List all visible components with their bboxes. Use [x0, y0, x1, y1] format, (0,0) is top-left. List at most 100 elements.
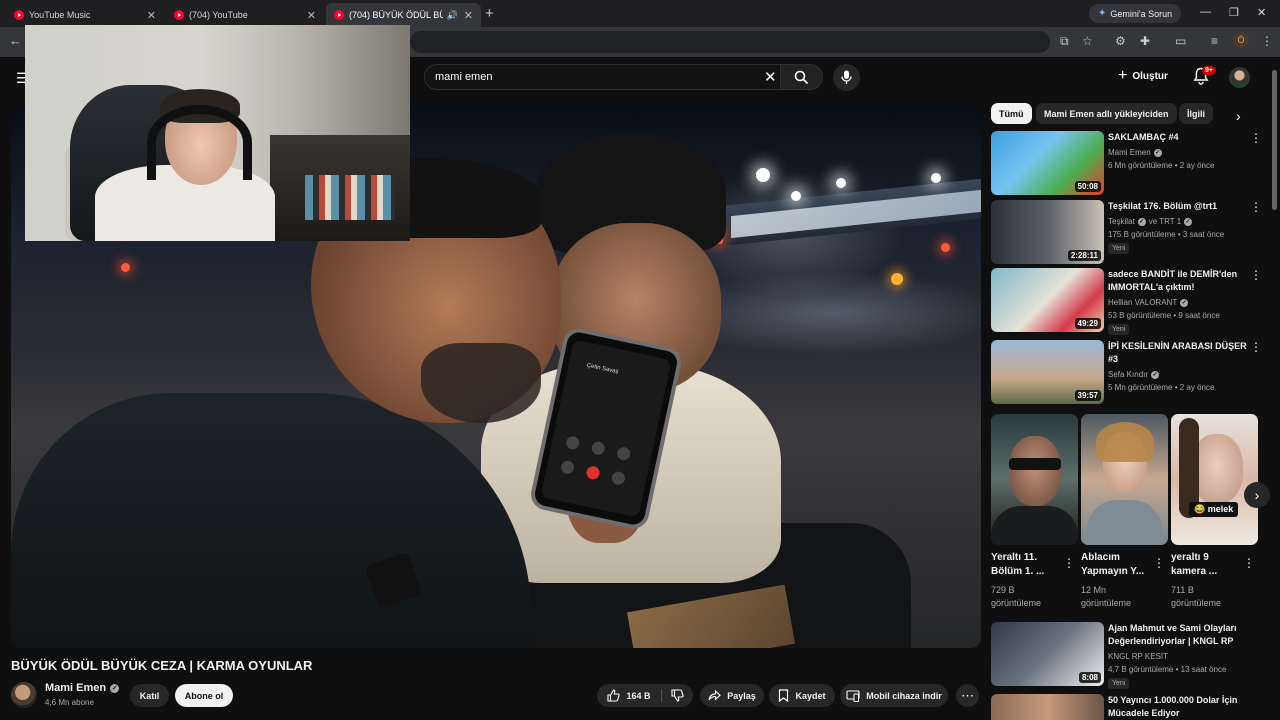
channel-name[interactable]: Mami Emen	[45, 682, 106, 694]
short-views: 711 B görüntüleme	[1171, 585, 1222, 608]
video-thumbnail[interactable]: 50:08	[991, 131, 1104, 195]
tab-youtube-music[interactable]: YouTube Music ✕	[6, 3, 164, 27]
video-person-jacket	[11, 393, 531, 648]
voice-search-button[interactable]	[833, 64, 860, 91]
chip-related[interactable]: İlgili	[1179, 103, 1213, 124]
speaker-icon[interactable]: 🔊	[447, 10, 458, 21]
short-thumbnail[interactable]: 😂 melek	[1171, 414, 1258, 545]
recommendation-title[interactable]: Teşkilat 176. Bölüm @trt1	[1108, 200, 1250, 213]
more-actions-button[interactable]: ⋯	[956, 684, 979, 707]
recommendation-title[interactable]: Ajan Mahmut ve Sami Olayları Değerlendir…	[1108, 622, 1250, 648]
search-box: ✕	[424, 64, 823, 90]
recommendation-item[interactable]: 49:29 sadece BANDİT ile DEMİR'den IMMORT…	[991, 268, 1266, 335]
create-button[interactable]: + Oluştur	[1118, 66, 1168, 86]
like-button[interactable]: 164 B	[597, 684, 661, 707]
recommendation-item[interactable]: 39:57 İPİ KESİLENİN ARABASI DÜŞER #3 Sef…	[991, 340, 1266, 404]
split-view-icon[interactable]: ▭	[1175, 34, 1186, 48]
recommendation-channel-row[interactable]: Mami Emen ✓	[1108, 148, 1162, 157]
gemini-spark-icon: ✦	[1098, 8, 1107, 19]
media-control-icon[interactable]: ≡	[1211, 34, 1218, 48]
recommendation-title[interactable]: İPİ KESİLENİN ARABASI DÜŞER #3	[1108, 340, 1250, 366]
video-scene-light	[756, 168, 770, 182]
join-button[interactable]: Katıl	[130, 684, 169, 707]
recommendation-channel: Teşkilat	[1108, 217, 1135, 226]
dislike-button[interactable]	[662, 684, 693, 707]
chevron-right-icon[interactable]: ›	[1236, 108, 1241, 124]
device-download-icon	[846, 689, 860, 702]
microphone-icon	[841, 70, 852, 84]
clear-search-icon[interactable]: ✕	[764, 68, 777, 86]
short-views: 12 Mn görüntüleme	[1081, 585, 1132, 608]
video-thumbnail[interactable]: 49:29	[991, 268, 1104, 332]
more-options-icon[interactable]: ⋮	[1063, 556, 1075, 570]
short-thumbnail[interactable]	[991, 414, 1078, 545]
recommendation-channel-row[interactable]: KNGL RP KESİT	[1108, 652, 1168, 661]
video-person-beard	[421, 343, 541, 423]
shorts-next-button[interactable]: ›	[1244, 482, 1270, 508]
recommendation-item[interactable]: 8:08 Ajan Mahmut ve Sami Olayları Değerl…	[991, 622, 1266, 689]
recommendation-title[interactable]: SAKLAMBAÇ #4	[1108, 131, 1250, 144]
save-button[interactable]: Kaydet	[769, 684, 835, 707]
short-title[interactable]: Yeraltı 11. Bölüm 1. ...	[991, 551, 1061, 579]
subscribe-button[interactable]: Abone ol	[175, 684, 233, 707]
channel-name-row[interactable]: Mami Emen ✓	[45, 682, 120, 694]
recommendation-item[interactable]: 50 Yayıncı 1.000.000 Dolar İçin Mücadele…	[991, 694, 1266, 720]
recommendation-channel-row[interactable]: Sefa Kındır ✓	[1108, 370, 1160, 379]
new-tab-icon[interactable]: +	[485, 5, 494, 22]
recommendation-meta: 4,7 B görüntüleme • 13 saat önce	[1108, 665, 1227, 674]
puzzle-icon[interactable]: ✚	[1140, 34, 1150, 48]
recommendation-channel-row[interactable]: Hellian VALORANT ✓	[1108, 298, 1189, 307]
tab-youtube-home[interactable]: (704) YouTube ✕	[166, 3, 324, 27]
channel-avatar[interactable]	[11, 682, 37, 708]
back-arrow-icon[interactable]: ←	[9, 33, 22, 48]
tab-current-video[interactable]: (704) BÜYÜK ÖDÜL BÜYÜK 🔊 ✕	[326, 3, 481, 27]
more-options-icon[interactable]: ⋮	[1250, 200, 1262, 214]
recommendation-title[interactable]: 50 Yayıncı 1.000.000 Dolar İçin Mücadele…	[1108, 694, 1250, 720]
extension-icon[interactable]: ⚙	[1115, 34, 1126, 48]
share-button[interactable]: Paylaş	[700, 684, 764, 707]
short-thumbnail[interactable]	[1081, 414, 1168, 545]
more-options-icon[interactable]: ⋮	[1153, 556, 1165, 570]
more-options-icon[interactable]: ⋮	[1250, 340, 1262, 354]
account-avatar[interactable]	[1229, 67, 1250, 88]
short-title[interactable]: Ablacım Yapmayın Y...	[1081, 551, 1151, 579]
chip-all[interactable]: Tümü	[991, 103, 1032, 124]
video-thumbnail[interactable]: 8:08	[991, 622, 1104, 686]
notification-count-badge: 9+	[1202, 66, 1216, 75]
cast-icon[interactable]: ⧉	[1060, 34, 1069, 49]
tab-close-icon[interactable]: ✕	[307, 9, 316, 22]
gemini-button[interactable]: ✦ Gemini'a Sorun	[1089, 4, 1182, 23]
search-button[interactable]	[780, 65, 822, 89]
bookmark-star-icon[interactable]: ☆	[1082, 34, 1093, 48]
video-duration: 2:28:11	[1067, 250, 1101, 261]
browser-menu-icon[interactable]: ⋮	[1261, 34, 1273, 48]
address-bar[interactable]	[410, 31, 1050, 53]
recommendation-item[interactable]: 2:28:11 Teşkilat 176. Bölüm @trt1 Teşkil…	[991, 200, 1266, 264]
tab-close-icon[interactable]: ✕	[464, 9, 473, 22]
phone-caller-name: Çetin Savaş	[586, 362, 619, 376]
more-options-icon[interactable]: ⋮	[1250, 131, 1262, 145]
page-scrollbar[interactable]	[1272, 70, 1277, 210]
verified-check-icon: ✓	[1180, 298, 1189, 307]
mobile-download-button[interactable]: Mobil cihaza indir	[840, 684, 948, 707]
video-thumbnail[interactable]	[991, 694, 1104, 720]
phone-add-icon	[559, 459, 576, 476]
verified-check-icon: ✓	[1137, 217, 1146, 226]
browser-profile-avatar[interactable]: Ö	[1233, 32, 1249, 48]
video-duration: 50:08	[1074, 181, 1101, 192]
gemini-label: Gemini'a Sorun	[1110, 8, 1173, 19]
short-title[interactable]: yeraltı 9 kamera ...	[1171, 551, 1241, 579]
maximize-icon[interactable]: ❐	[1229, 6, 1239, 19]
video-thumbnail[interactable]: 2:28:11	[991, 200, 1104, 264]
video-thumbnail[interactable]: 39:57	[991, 340, 1104, 404]
recommendation-title[interactable]: sadece BANDİT ile DEMİR'den IMMORTAL'a ç…	[1108, 268, 1250, 294]
more-options-icon[interactable]: ⋮	[1243, 556, 1255, 570]
tab-close-icon[interactable]: ✕	[147, 9, 156, 22]
recommendation-channel-row[interactable]: Teşkilat ✓ ve TRT 1 ✓	[1108, 217, 1193, 226]
minimize-icon[interactable]: —	[1200, 6, 1211, 18]
more-options-icon[interactable]: ⋮	[1250, 268, 1262, 282]
chip-from-uploader[interactable]: Mami Emen adlı yükleyiciden	[1036, 103, 1177, 124]
window-close-icon[interactable]: ✕	[1257, 6, 1266, 19]
recommendation-item[interactable]: 50:08 SAKLAMBAÇ #4 Mami Emen ✓ 6 Mn görü…	[991, 131, 1266, 195]
search-input[interactable]	[435, 70, 755, 84]
